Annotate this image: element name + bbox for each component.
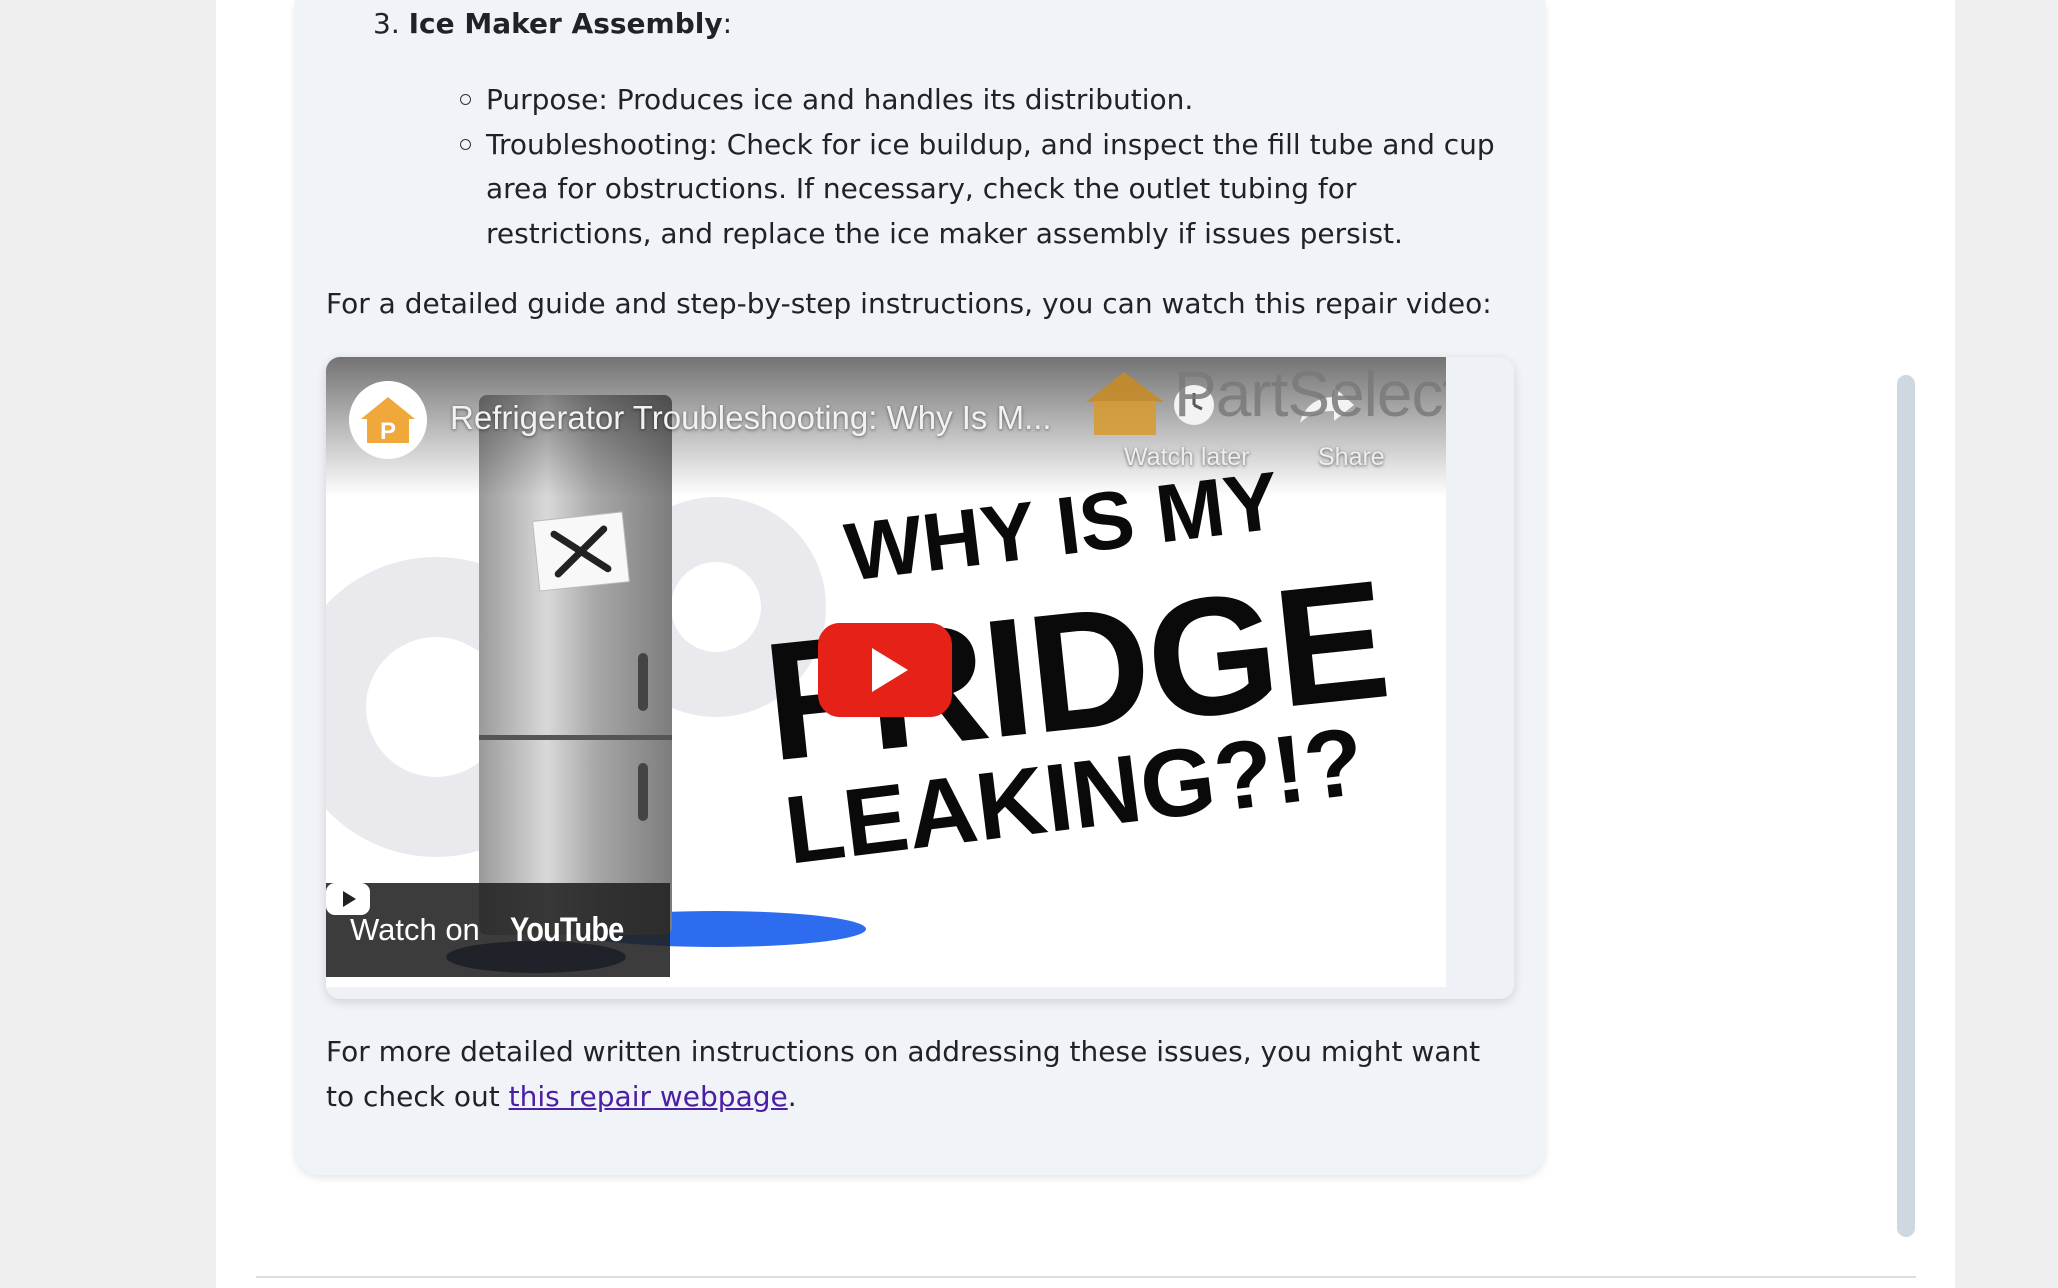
list-item-colon: : bbox=[722, 7, 733, 40]
sub-list-item: Purpose: Produces ice and handles its di… bbox=[442, 78, 1522, 123]
house-logo-icon: P bbox=[361, 397, 415, 445]
youtube-logo: YouTube bbox=[326, 883, 643, 950]
video-title-link[interactable]: Refrigerator Troubleshooting: Why Is M..… bbox=[450, 399, 1052, 437]
youtube-video-embed[interactable]: PartSelect P Refrigerator Troubleshootin… bbox=[326, 357, 1446, 987]
list-number: 3. bbox=[373, 7, 400, 40]
bullet-icon bbox=[460, 138, 471, 150]
youtube-wordmark: YouTube bbox=[509, 910, 624, 949]
watch-on-label: Watch on bbox=[350, 912, 480, 947]
video-intro-text: For a detailed guide and step-by-step in… bbox=[326, 287, 1492, 320]
channel-avatar[interactable]: P bbox=[349, 381, 427, 459]
list-item-title: Ice Maker Assembly bbox=[408, 7, 723, 40]
followup-text-after: . bbox=[787, 1079, 797, 1113]
share-button[interactable]: Share bbox=[1318, 443, 1385, 472]
scrollbar-thumb[interactable] bbox=[1897, 375, 1915, 1237]
followup-text-before: For more detailed written instructions o… bbox=[326, 1035, 1481, 1113]
svg-text:P: P bbox=[380, 418, 396, 445]
play-button[interactable] bbox=[818, 623, 952, 717]
sub-list: Purpose: Produces ice and handles its di… bbox=[442, 78, 1522, 256]
partselect-brand-text: PartSelect bbox=[1174, 358, 1446, 430]
divider bbox=[256, 1276, 1916, 1278]
sub-list-item: Troubleshooting: Check for ice buildup, … bbox=[442, 123, 1522, 257]
sub-list-item-text: Purpose: Produces ice and handles its di… bbox=[486, 83, 1194, 116]
repair-webpage-link[interactable]: this repair webpage bbox=[509, 1080, 788, 1113]
list-item-ice-maker: 3. Ice Maker Assembly: bbox=[373, 6, 732, 42]
youtube-play-icon bbox=[326, 883, 370, 915]
bullet-icon bbox=[460, 94, 471, 105]
followup-text: For more detailed written instructions o… bbox=[326, 1030, 1506, 1119]
watch-on-youtube-button[interactable]: Watch on YouTube bbox=[326, 883, 670, 977]
sub-list-item-text: Troubleshooting: Check for ice buildup, … bbox=[486, 127, 1495, 250]
tools-icon bbox=[532, 511, 630, 592]
